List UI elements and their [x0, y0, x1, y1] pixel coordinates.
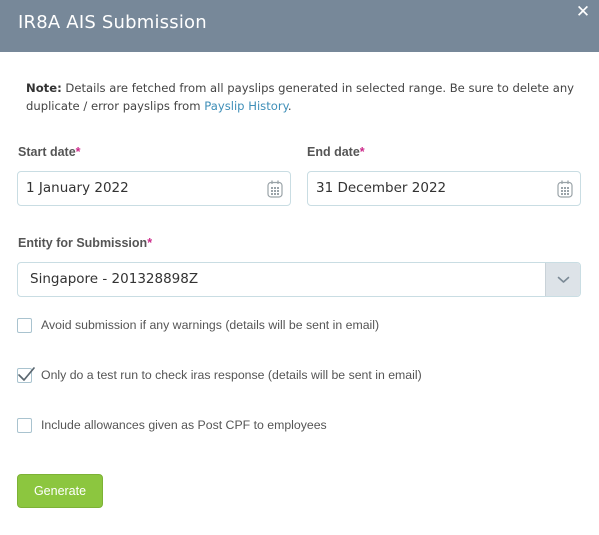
note-text: Details are fetched from all payslips ge… [26, 81, 575, 113]
start-date-label: Start date* [18, 145, 81, 159]
calendar-icon[interactable] [557, 180, 573, 198]
required-mark: * [75, 145, 81, 159]
note-suffix: . [287, 99, 292, 113]
end-date-label: End date* [307, 145, 365, 159]
test-run-label: Only do a test run to check iras respons… [41, 368, 422, 382]
end-date-value: 31 December 2022 [316, 180, 447, 196]
generate-button[interactable]: Generate [17, 474, 103, 508]
dialog-title: IR8A AIS Submission [18, 12, 207, 33]
entity-value: Singapore - 201328898Z [30, 271, 199, 287]
close-icon[interactable]: ✕ [575, 3, 591, 21]
note-prefix: Note: [26, 81, 62, 95]
info-note: Note: Details are fetched from all paysl… [26, 79, 586, 115]
avoid-warnings-checkbox[interactable] [17, 318, 32, 333]
start-date-input[interactable]: 1 January 2022 [17, 171, 291, 206]
post-cpf-checkbox[interactable] [17, 418, 32, 433]
required-mark: * [359, 145, 365, 159]
dialog-header: IR8A AIS Submission ✕ [0, 0, 599, 52]
entity-dropdown-toggle[interactable] [545, 263, 580, 296]
post-cpf-label: Include allowances given as Post CPF to … [41, 418, 327, 432]
entity-label: Entity for Submission* [18, 236, 153, 250]
payslip-history-link[interactable]: Payslip History [204, 99, 288, 113]
entity-select[interactable]: Singapore - 201328898Z [17, 262, 581, 297]
end-date-input[interactable]: 31 December 2022 [307, 171, 581, 206]
calendar-icon[interactable] [267, 180, 283, 198]
checkmark-icon [18, 367, 35, 381]
required-mark: * [147, 236, 153, 250]
start-date-value: 1 January 2022 [26, 180, 129, 196]
avoid-warnings-label: Avoid submission if any warnings (detail… [41, 318, 380, 332]
chevron-down-icon [557, 276, 570, 283]
